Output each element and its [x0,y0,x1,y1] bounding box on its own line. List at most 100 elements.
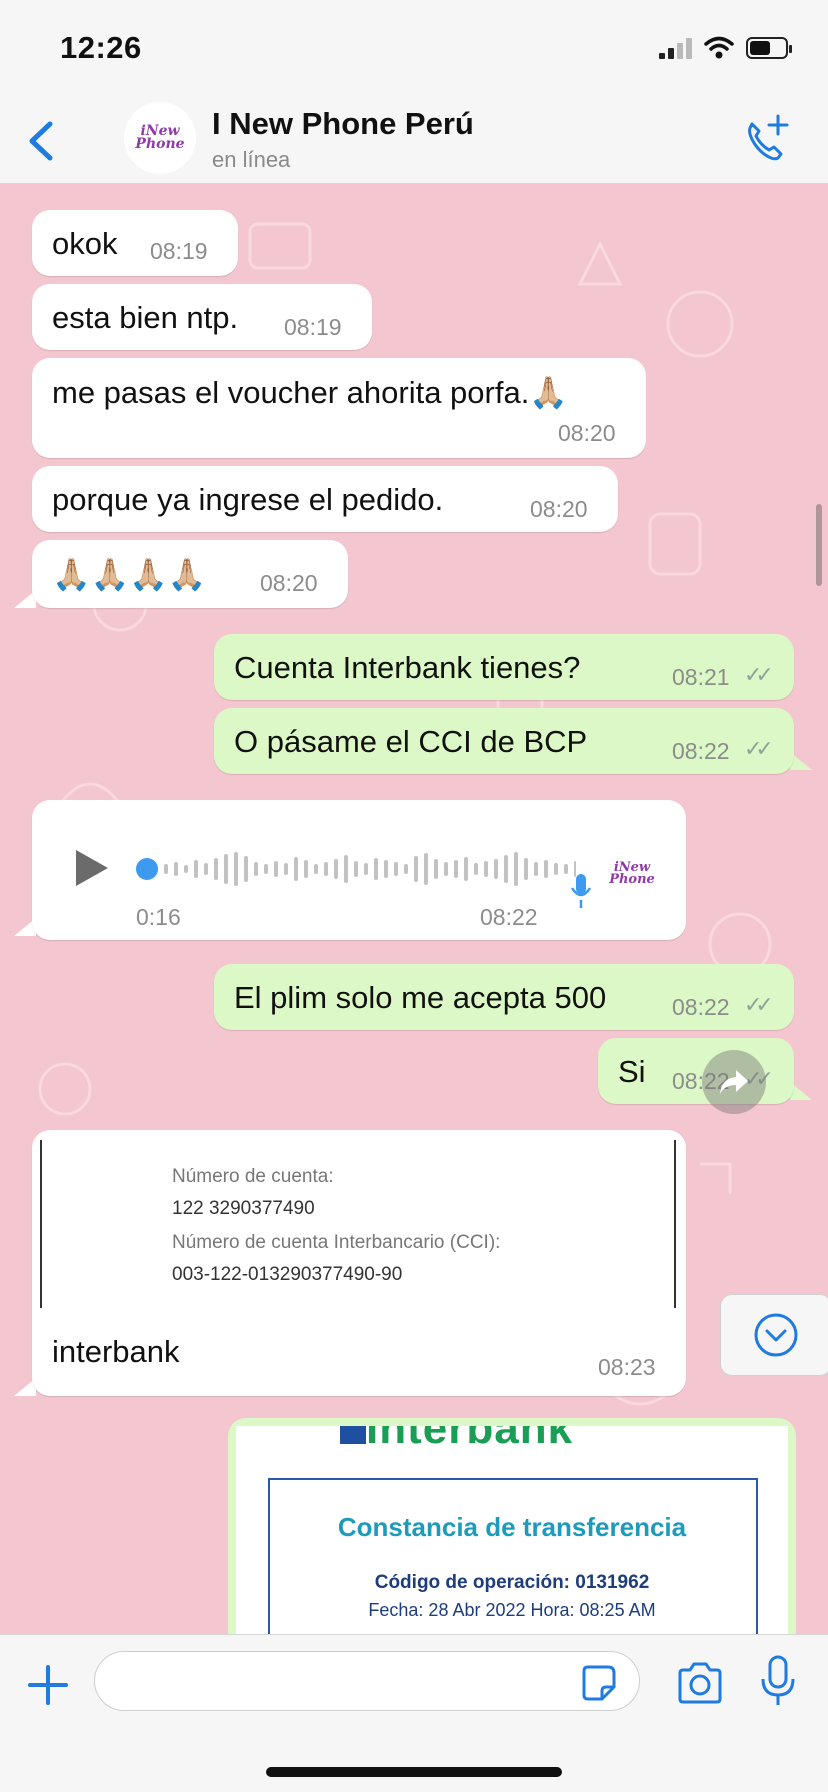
cellular-signal-icon [659,37,692,59]
message-time: 08:19 [150,238,208,264]
account-number-label: Número de cuenta: [172,1166,334,1187]
waveform-bar [314,864,318,874]
waveform-bar [394,862,398,876]
transfer-date: Fecha: 28 Abr 2022 Hora: 08:25 AM [368,1600,656,1620]
waveform-bar [514,852,518,886]
chat-area[interactable]: okok 08:19 esta bien ntp. 08:19 me pasas… [0,184,828,1634]
receipt-image-message[interactable]: Interbank Constancia de transferencia Có… [228,1418,796,1634]
waveform-bar [384,860,388,878]
message-text: O pásame el CCI de BCP [234,724,588,759]
message-text: okok [52,226,118,261]
outgoing-message[interactable]: Si 08:22 ✓✓ [598,1038,794,1104]
waveform-bar [334,859,338,879]
microphone-icon[interactable] [760,1655,796,1707]
waveform-bar [244,856,248,882]
chevron-left-icon[interactable] [22,116,62,166]
composer-bar [0,1634,828,1792]
message-time: 08:22 [480,904,538,930]
message-time: 08:21 [672,664,730,690]
plus-icon[interactable] [26,1663,70,1707]
chat-header: iNew Phone I New Phone Perú en línea [0,96,828,184]
waveform-bar [454,860,458,878]
image-message[interactable]: Número de cuenta: 122 3290377490 Número … [32,1130,686,1396]
status-time: 12:26 [60,30,142,65]
waveform-bar [284,863,288,875]
scroll-to-bottom-button[interactable] [720,1294,828,1376]
avatar-logo: iNew Phone [135,124,184,151]
cci-number: 003-122-013290377490-90 [172,1264,403,1285]
sender-avatar: iNew Phone [602,844,662,904]
operation-code: Código de operación: 0131962 [374,1572,650,1593]
scrollbar[interactable] [816,504,822,586]
waveform-bar [184,865,188,873]
message-text: me pasas el voucher ahorita porfa.🙏🏼 [52,375,568,410]
transfer-receipt-image[interactable]: Interbank Constancia de transferencia Có… [236,1426,788,1634]
forward-button[interactable] [702,1050,766,1114]
incoming-message[interactable]: okok 08:19 [32,210,238,276]
voice-waveform[interactable] [136,850,576,888]
message-time: 08:23 [598,1354,656,1380]
status-bar: 12:26 [0,0,828,96]
avatar-logo-line2: Phone [609,872,655,887]
read-ticks-icon: ✓✓ [744,662,774,687]
waveform-bar [554,863,558,875]
waveform-bar [164,864,168,874]
waveform-bar [374,858,378,880]
waveform-bar [504,855,508,883]
message-input[interactable] [94,1651,640,1711]
account-details-image[interactable]: Número de cuenta: 122 3290377490 Número … [40,1140,676,1308]
cci-label: Número de cuenta Interbancario (CCI): [172,1232,501,1253]
message-time: 08:22 [672,994,730,1020]
message-text: esta bien ntp. [52,300,239,335]
message-text: 🙏🏼🙏🏼🙏🏼🙏🏼 [52,557,207,592]
waveform-bar [474,863,478,875]
microphone-icon [570,874,592,908]
waveform-bar [404,864,408,874]
account-number: 122 3290377490 [172,1198,315,1219]
read-ticks-icon: ✓✓ [744,736,774,761]
outgoing-message[interactable]: El plim solo me acepta 500 08:22 ✓✓ [214,964,794,1030]
waveform-bar [524,858,528,880]
sticker-icon[interactable] [578,1663,618,1703]
play-icon[interactable] [76,850,108,886]
contact-avatar[interactable]: iNew Phone [124,102,196,174]
waveform-bar [224,854,228,884]
incoming-message[interactable]: me pasas el voucher ahorita porfa.🙏🏼 08:… [32,358,646,458]
waveform-bar [484,861,488,877]
waveform-bar [434,859,438,879]
incoming-message[interactable]: esta bien ntp. 08:19 [32,284,372,350]
waveform-bar [294,857,298,881]
voice-message[interactable]: 0:16 08:22 iNew Phone [32,800,686,940]
read-ticks-icon: ✓✓ [744,992,774,1017]
message-time: 08:22 [672,738,730,764]
waveform-bar [534,862,538,876]
message-text: porque ya ingrese el pedido. [52,482,444,517]
waveform-bar [234,852,238,886]
camera-icon[interactable] [676,1661,724,1705]
avatar-logo: iNew Phone [609,861,655,887]
contact-name[interactable]: I New Phone Perú [212,106,474,142]
message-text: Si [618,1054,646,1089]
battery-icon [746,37,792,59]
phone-plus-icon[interactable] [740,112,790,166]
waveform-bar [274,861,278,877]
outgoing-message[interactable]: Cuenta Interbank tienes? 08:21 ✓✓ [214,634,794,700]
message-time: 08:20 [558,420,616,446]
outgoing-message[interactable]: O pásame el CCI de BCP 08:22 ✓✓ [214,708,794,774]
message-text: El plim solo me acepta 500 [234,980,607,1015]
waveform-bar [344,855,348,883]
playback-position[interactable] [136,858,158,880]
incoming-message[interactable]: porque ya ingrese el pedido. 08:20 [32,466,618,532]
battery-level [750,41,771,55]
waveform-bar [364,863,368,875]
waveform-bar [254,862,258,876]
status-icons [659,36,792,60]
interbank-logo-mark [340,1426,366,1444]
waveform-bar [204,863,208,875]
incoming-message[interactable]: 🙏🏼🙏🏼🙏🏼🙏🏼 08:20 [32,540,348,608]
message-time: 08:20 [260,570,318,596]
waveform-bar [564,864,568,874]
waveform-bar [444,862,448,876]
message-time: 08:19 [284,314,342,340]
chevron-down-circle-icon [754,1313,798,1357]
